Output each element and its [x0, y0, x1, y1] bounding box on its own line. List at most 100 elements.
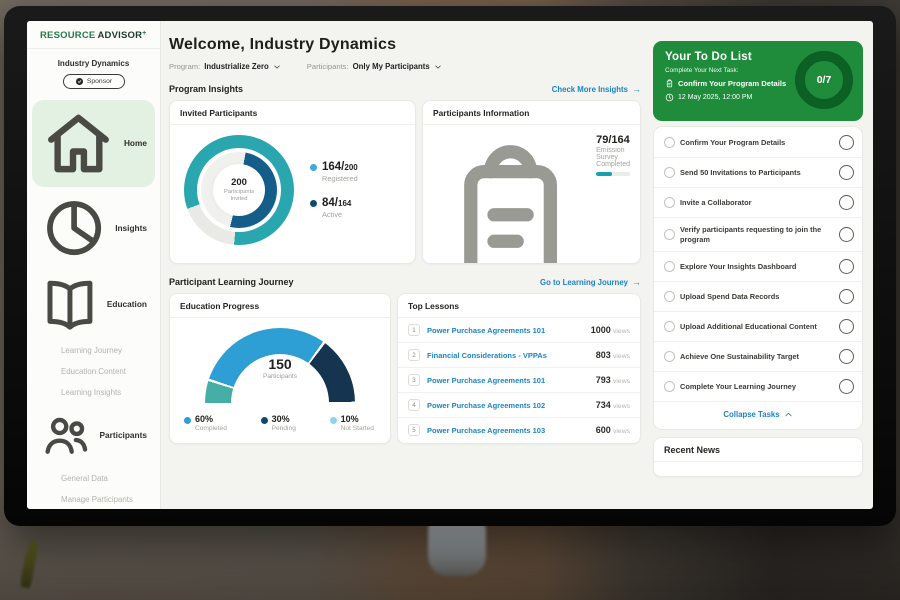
- chevron-down-icon: [434, 63, 442, 71]
- stats-list: 79/164 Emission Survey Completed: [423, 125, 640, 264]
- task-checkbox[interactable]: [664, 321, 675, 332]
- lesson-rank-badge: 5: [408, 424, 420, 436]
- sidebar-item[interactable]: Insights: [32, 189, 155, 267]
- page-title: Welcome, Industry Dynamics: [169, 36, 641, 54]
- legend-dot: [330, 417, 337, 424]
- task-checkbox[interactable]: [664, 261, 675, 272]
- chevron-right-button[interactable]: [839, 379, 854, 394]
- todo-task-row[interactable]: Achieve One Sustainability Target: [654, 341, 862, 371]
- legend-dot: [261, 417, 268, 424]
- task-checkbox[interactable]: [664, 167, 675, 178]
- task-checkbox[interactable]: [664, 137, 675, 148]
- lesson-link[interactable]: Power Purchase Agreements 103: [427, 426, 589, 435]
- sidebar-item-label: General Data: [61, 474, 108, 483]
- main-content: Welcome, Industry Dynamics Program: Indu…: [161, 21, 649, 509]
- legend-item: 84/164 Active: [310, 197, 358, 219]
- lesson-row: 1 Power Purchase Agreements 101 1000 vie…: [398, 318, 640, 342]
- lesson-views-suffix: views: [613, 378, 630, 385]
- sidebar-item[interactable]: Participants: [32, 404, 155, 467]
- sidebar-item[interactable]: Manage Participants: [32, 490, 155, 509]
- legend-item: 10% Not Started: [330, 414, 374, 432]
- sidebar-item[interactable]: Learning Journey: [32, 341, 155, 360]
- lesson-link[interactable]: Financial Considerations - VPPAs: [427, 351, 589, 360]
- todo-task-row[interactable]: Complete Your Learning Journey: [654, 371, 862, 401]
- task-checkbox[interactable]: [664, 229, 675, 240]
- home-icon: [40, 105, 117, 182]
- chevron-right-button[interactable]: [839, 289, 854, 304]
- todo-task-row[interactable]: Send 50 Invitations to Participants: [654, 157, 862, 187]
- chevron-right-button[interactable]: [839, 259, 854, 274]
- legend-item: 164/200 Registered: [310, 161, 358, 183]
- insights-icon: [40, 194, 108, 262]
- sidebar-item-label: Participants: [100, 430, 148, 440]
- todo-task-row[interactable]: Verify participants requesting to join t…: [654, 217, 862, 251]
- task-label: Achieve One Sustainability Target: [680, 352, 829, 362]
- sponsor-badge[interactable]: Sponsor: [63, 74, 125, 89]
- lesson-link[interactable]: Power Purchase Agreements 101: [427, 326, 584, 335]
- donut-center: 200 Participants Invited: [184, 135, 294, 245]
- clipboard-icon: [665, 79, 674, 88]
- lessons-list: 1 Power Purchase Agreements 101 1000 vie…: [398, 318, 640, 442]
- recent-news-card: Recent News: [653, 437, 863, 477]
- sidebar-item[interactable]: Home: [32, 100, 155, 187]
- recent-news-title: Recent News: [654, 438, 862, 462]
- program-filter-dropdown[interactable]: Program: Industrialize Zero: [169, 62, 281, 71]
- dashboard-screen: RESOURCEADVISOR+ Industry Dynamics Spons…: [27, 21, 873, 509]
- chevron-right-button[interactable]: [839, 195, 854, 210]
- todo-task-row[interactable]: Confirm Your Program Details: [654, 128, 862, 157]
- sidebar-item-label: Home: [124, 138, 147, 148]
- chevron-right-button[interactable]: [839, 227, 854, 242]
- go-to-learning-journey-link[interactable]: Go to Learning Journey →: [540, 277, 641, 287]
- lesson-rank-badge: 4: [408, 399, 420, 411]
- lesson-views-count: 793: [596, 375, 611, 385]
- sidebar-item[interactable]: Learning Insights: [32, 383, 155, 402]
- todo-task-row[interactable]: Upload Additional Educational Content: [654, 311, 862, 341]
- task-label: Complete Your Learning Journey: [680, 382, 829, 392]
- chevron-up-icon: [784, 410, 793, 419]
- gauge-value: 150: [170, 356, 390, 372]
- sidebar-item[interactable]: Education Content: [32, 362, 155, 381]
- top-lessons-card: Top Lessons 1 Power Purchase Agreements …: [397, 293, 641, 444]
- todo-task-row[interactable]: Explore Your Insights Dashboard: [654, 251, 862, 281]
- legend-dot: [310, 164, 317, 171]
- participants-filter-value: Only My Participants: [353, 62, 430, 71]
- sidebar-item[interactable]: Education: [32, 269, 155, 339]
- invited-participants-donut-chart: 200 Participants Invited: [184, 135, 294, 245]
- plant-leaf: [20, 537, 40, 588]
- sidebar-item[interactable]: General Data: [32, 469, 155, 488]
- task-checkbox[interactable]: [664, 197, 675, 208]
- chevron-right-button[interactable]: [839, 319, 854, 334]
- task-checkbox[interactable]: [664, 351, 675, 362]
- sidebar-item-label: Education Content: [61, 367, 126, 376]
- filters-row: Program: Industrialize Zero Participants…: [169, 62, 641, 71]
- program-filter-label: Program:: [169, 62, 200, 71]
- monitor-stand: [428, 518, 486, 576]
- lesson-link[interactable]: Power Purchase Agreements 102: [427, 401, 589, 410]
- todo-task-row[interactable]: Invite a Collaborator: [654, 187, 862, 217]
- stat-label: Emission Survey Completed: [596, 147, 630, 168]
- check-more-insights-link[interactable]: Check More Insights →: [552, 84, 641, 94]
- participants-filter-dropdown[interactable]: Participants: Only My Participants: [307, 62, 442, 71]
- lesson-views-count: 600: [596, 425, 611, 435]
- brand-part-2: ADVISOR: [97, 30, 142, 41]
- collapse-tasks-link[interactable]: Collapse Tasks: [654, 401, 862, 428]
- monitor-bezel: RESOURCEADVISOR+ Industry Dynamics Spons…: [4, 6, 896, 526]
- lesson-link[interactable]: Power Purchase Agreements 101: [427, 376, 589, 385]
- lesson-views-count: 734: [596, 400, 611, 410]
- lesson-views-suffix: views: [613, 428, 630, 435]
- chevron-right-button[interactable]: [839, 135, 854, 150]
- todo-task-row[interactable]: Upload Spend Data Records: [654, 281, 862, 311]
- gauge-label: Participants: [170, 373, 390, 380]
- task-checkbox[interactable]: [664, 291, 675, 302]
- sidebar-nav: Home Insights Education: [27, 99, 160, 509]
- participants-filter-label: Participants:: [307, 62, 349, 71]
- chevron-right-button[interactable]: [839, 165, 854, 180]
- task-checkbox[interactable]: [664, 381, 675, 392]
- chevron-right-button[interactable]: [839, 349, 854, 364]
- gauge-center: 150 Participants: [170, 356, 390, 380]
- progress-fill: [596, 172, 612, 176]
- sidebar-item-label: Insights: [115, 223, 147, 233]
- progress-track: [596, 172, 630, 176]
- invited-total: 200: [231, 177, 247, 188]
- task-label: Invite a Collaborator: [680, 198, 829, 208]
